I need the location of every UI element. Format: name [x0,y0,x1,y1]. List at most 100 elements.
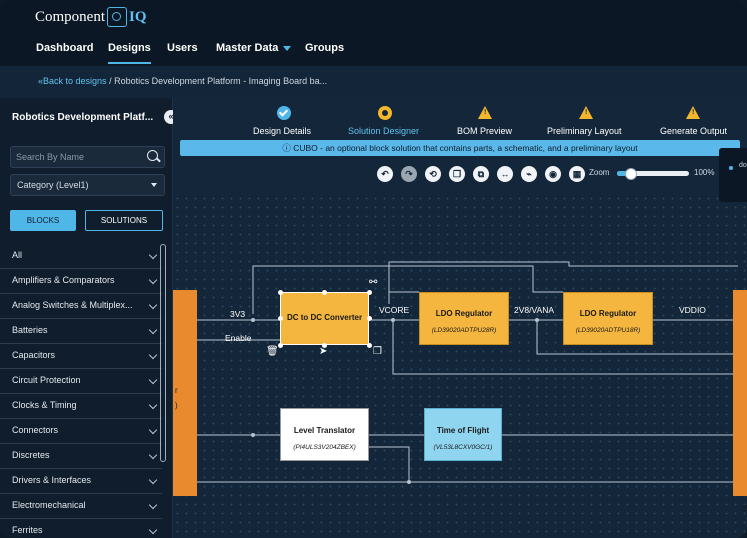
category-item[interactable]: Discretes [0,444,162,469]
bullet-icon [729,166,733,170]
category-scrollbar[interactable] [160,244,166,462]
block-part-number: (LD39020ADTPU18R) [575,327,641,334]
category-item[interactable]: Analog Switches & Multiplex... [0,294,162,319]
block-part-number: (PI4ULS3V204ZBEX) [293,444,356,451]
undo-icon[interactable]: ↶ [377,166,393,182]
block-name: LDO Regulator [579,309,637,318]
search-icon[interactable] [147,150,158,161]
zoom-label: Zoom [589,168,610,177]
category-label: Amplifiers & Comparators [12,275,115,285]
nav-groups[interactable]: Groups [305,42,344,54]
right-connector-block[interactable]: B [733,290,747,513]
brand-right: IQ [129,8,147,25]
zoom-slider[interactable] [617,168,689,180]
nav-users[interactable]: Users [167,42,198,54]
category-item[interactable]: Clocks & Timing [0,394,162,419]
nav-designs[interactable]: Designs [108,42,151,64]
app-window: Component IQ Dashboard Designs Users Mas… [0,0,747,538]
resize-handle[interactable] [278,316,283,321]
design-title: Robotics Development Platf... [12,112,154,123]
block-time-of-flight[interactable]: Time of Flight (VL53L8CXV0GC/1) [424,408,502,461]
reset-icon[interactable]: ⟲ [425,166,441,182]
block-name: Level Translator [293,426,356,435]
category-item[interactable]: Electromechanical [0,494,162,519]
group-icon[interactable]: ⧉ [473,166,489,182]
chevron-down-icon [148,275,158,285]
zoom-slider-handle[interactable] [624,168,637,180]
preview-eye-icon[interactable]: ◉ [545,166,561,182]
category-item[interactable]: Drivers & Interfaces [0,469,162,494]
net-label-vcore: VCORE [379,305,410,315]
zoom-value: 100% [694,168,715,177]
back-to-designs-link[interactable]: «Back to designs [38,76,107,86]
nav-dashboard[interactable]: Dashboard [36,42,93,54]
redo-icon[interactable]: ↷ [401,166,417,182]
nav-master-data-label: Master Data [216,42,279,54]
chevron-down-icon [148,500,158,510]
trash-icon[interactable]: 🗑 [266,346,279,357]
block-ldo-regulator-2[interactable]: LDO Regulator (LD39020ADTPU18R) [563,292,653,345]
step-design-details[interactable]: Design Details [253,126,311,136]
link-icon[interactable]: ⌁ [521,166,537,182]
net-label-enable: Enable [225,333,252,343]
block-level-translator[interactable]: Level Translator (PI4ULS3V204ZBEX) [280,408,369,461]
chevron-down-icon [148,350,158,360]
category-label: Batteries [12,325,48,335]
step-solution-designer[interactable]: Solution Designer [348,126,419,136]
category-item[interactable]: Connectors [0,419,162,444]
resize-handle[interactable] [278,290,283,295]
warning-icon: ! [579,106,593,119]
step-generate-output[interactable]: Generate Output [660,126,727,136]
layers-icon[interactable]: ❐ [449,166,465,182]
category-item[interactable]: Capacitors [0,344,162,369]
chevron-down-icon [148,300,158,310]
left-connector-paren: ) [175,401,178,410]
fit-width-icon[interactable]: ↔ [497,166,513,182]
category-item[interactable]: Amplifiers & Comparators [0,269,162,294]
nav-master-data[interactable]: Master Data [216,42,292,54]
chevron-down-icon [148,425,158,435]
wire [369,446,410,482]
resize-handle[interactable] [367,290,372,295]
chevron-down-icon [148,450,158,460]
net-label-2v8-vana: 2V8/VANA [514,305,555,315]
category-item[interactable]: All [0,244,162,269]
side-info-panel: do [719,148,747,202]
map-icon[interactable]: ▦ [569,166,585,182]
chevron-down-icon [148,475,158,485]
resize-handle[interactable] [322,290,327,295]
solution-designer: Design Details Solution Designer ! BOM P… [173,98,747,538]
right-connector-label: B [743,504,747,513]
resize-handle[interactable] [367,316,372,321]
search-input[interactable] [16,150,136,164]
category-select[interactable]: Category (Level1) [10,174,165,196]
design-canvas[interactable]: r) B DC to DC Converter ⚯ 🗑 ➤ ❐ LDO Regu… [173,194,747,538]
navigate-icon[interactable]: ➤ [319,346,327,357]
block-name: LDO Regulator [435,309,493,318]
category-label: Electromechanical [12,500,86,510]
tab-blocks[interactable]: BLOCKS [10,210,76,231]
chevron-down-icon [148,525,158,535]
category-list: All Amplifiers & Comparators Analog Swit… [0,244,162,538]
category-item[interactable]: Circuit Protection [0,369,162,394]
connect-nodes-icon[interactable]: ⚯ [369,277,377,288]
block-dc-to-dc-converter[interactable]: DC to DC Converter [280,292,369,345]
copy-icon[interactable]: ❐ [373,346,382,357]
chip-logo-icon [107,7,127,27]
step-bom-preview[interactable]: BOM Preview [457,126,512,136]
brand-logo[interactable]: Component IQ [35,7,147,27]
warning-icon: ! [686,106,700,119]
check-icon [277,106,291,120]
block-part-number: (LD39020ADTPU28R) [431,327,497,334]
category-item[interactable]: Ferrites [0,519,162,538]
block-ldo-regulator-1[interactable]: LDO Regulator (LD39020ADTPU28R) [419,292,509,345]
resize-handle[interactable] [367,343,372,348]
search-field [10,146,165,168]
breadcrumb: «Back to designs / Robotics Development … [0,66,747,98]
category-item[interactable]: Batteries [0,319,162,344]
block-solution-tabs: BLOCKS SOLUTIONS [10,210,163,231]
tab-solutions[interactable]: SOLUTIONS [85,210,163,231]
step-preliminary-layout[interactable]: Preliminary Layout [547,126,622,136]
left-connector-block[interactable]: r) [173,290,197,496]
chevron-down-icon [151,183,157,187]
